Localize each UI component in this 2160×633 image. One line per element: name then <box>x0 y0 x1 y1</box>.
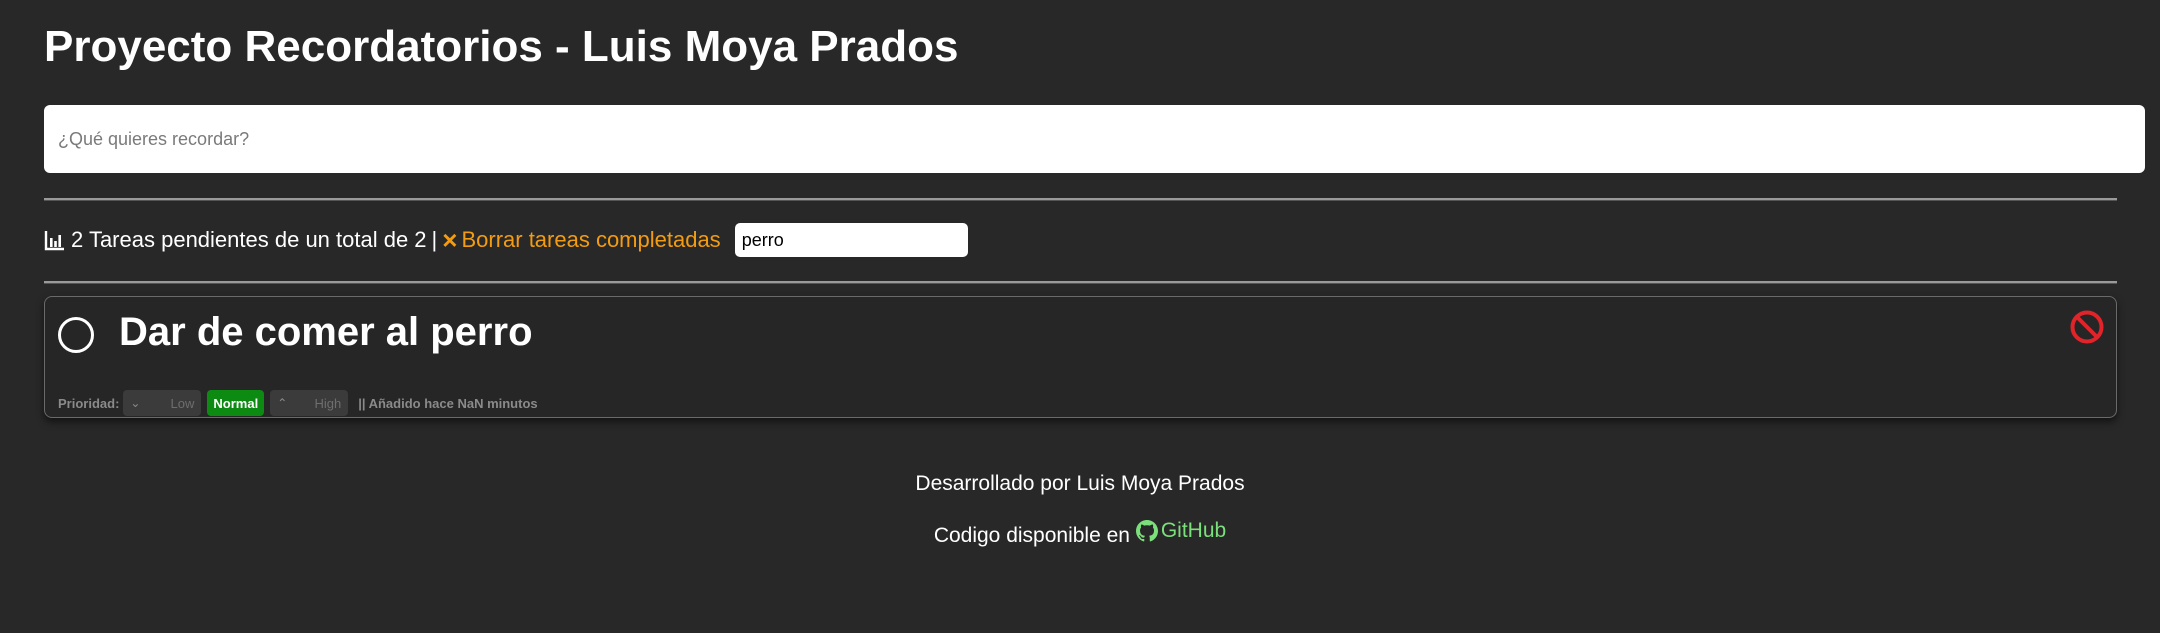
x-icon: × <box>442 225 458 255</box>
footer-code-text: Codigo disponible en <box>933 524 1130 547</box>
prohibited-icon[interactable] <box>2069 309 2105 345</box>
task-added-time: || Añadido hace NaN minutos <box>358 395 538 411</box>
github-icon <box>1135 520 1158 542</box>
divider-middle <box>44 281 2117 284</box>
app-page: Proyecto Recordatorios - Luis Moya Prado… <box>0 0 2160 633</box>
priority-normal-label: Normal <box>213 395 259 411</box>
priority-label: Prioridad: <box>58 395 120 411</box>
footer-code-line: Codigo disponible en GitHub <box>0 519 2160 548</box>
github-link[interactable]: GitHub <box>1135 519 1227 543</box>
priority-high-button[interactable]: ⌃ High <box>270 390 349 416</box>
page-title: Proyecto Recordatorios - Luis Moya Prado… <box>44 22 959 71</box>
priority-low-button[interactable]: ⌄ Low <box>123 390 202 416</box>
priority-normal-button[interactable]: Normal <box>207 390 265 416</box>
task-card: Dar de comer al perro Prioridad: ⌄ Low N… <box>44 296 2117 418</box>
divider-top <box>44 198 2117 201</box>
clear-completed-label: Borrar tareas completadas <box>461 227 721 252</box>
tasks-summary-bar: 2 Tareas pendientes de un total de 2 | ×… <box>44 223 968 257</box>
github-link-label: GitHub <box>1160 519 1227 542</box>
footer-credit: Desarrollado por Luis Moya Prados <box>915 472 1245 495</box>
clear-completed-button[interactable]: × Borrar tareas completadas <box>442 227 720 253</box>
pending-count-text: 2 Tareas pendientes de un total de 2 <box>71 227 427 252</box>
task-meta: Prioridad: ⌄ Low Normal ⌃ High || Añadid… <box>58 389 538 417</box>
chevron-up-icon: ⌃ <box>277 396 288 410</box>
task-title[interactable]: Dar de comer al perro <box>119 310 533 355</box>
chevron-down-icon: ⌄ <box>130 396 141 410</box>
summary-separator: | <box>431 227 438 252</box>
priority-high-label: High <box>314 395 342 411</box>
priority-low-label: Low <box>170 395 195 411</box>
filter-input[interactable] <box>734 223 968 257</box>
task-complete-toggle[interactable] <box>58 317 94 353</box>
new-reminder-input[interactable] <box>44 105 2145 173</box>
bar-chart-icon <box>44 231 64 251</box>
